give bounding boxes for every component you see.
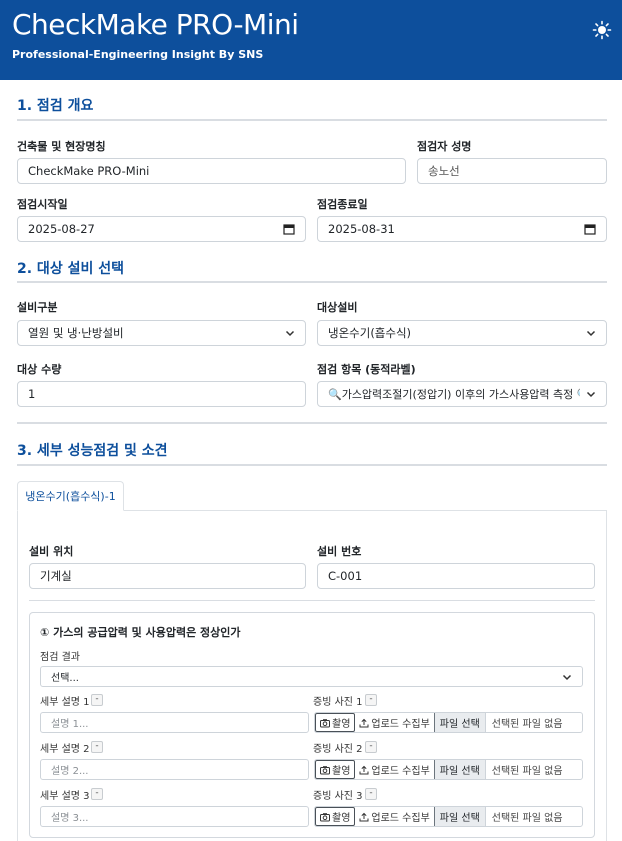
upload-button[interactable]: 업로드 수집부 xyxy=(355,807,435,826)
description-label-2: 세부 설명 2 xyxy=(40,744,90,755)
remove-photo-button[interactable]: - xyxy=(365,694,377,706)
remove-photo-button[interactable]: - xyxy=(365,741,377,753)
camera-button[interactable]: 촬영 xyxy=(315,760,356,779)
section-divider xyxy=(17,464,607,466)
inspector-label: 점검자 성명 xyxy=(417,140,472,153)
upload-icon xyxy=(359,765,369,774)
calendar-icon[interactable] xyxy=(283,223,295,235)
camera-button[interactable]: 촬영 xyxy=(315,713,356,732)
file-status: 선택된 파일 없음 xyxy=(491,766,563,777)
app-header: CheckMake PRO-Mini Professional-Engineer… xyxy=(0,0,622,80)
description-input-1[interactable]: 설명 1... xyxy=(40,712,309,733)
file-select-button[interactable]: 파일 선택 xyxy=(434,807,486,826)
upload-button[interactable]: 업로드 수집부 xyxy=(355,760,435,779)
upload-icon xyxy=(359,812,369,821)
sun-icon[interactable] xyxy=(592,20,612,40)
description-input-3[interactable]: 설명 3... xyxy=(40,806,309,827)
result-select[interactable]: 선택... xyxy=(40,666,583,687)
photo-label-2: 증빙 사진 2 xyxy=(313,744,363,755)
category-select[interactable]: 열원 및 냉·난방설비 xyxy=(17,320,306,346)
remove-photo-button[interactable]: - xyxy=(365,788,377,800)
inspection-items-select[interactable]: 🔍가스압력조절기(정압기) 이후의 가스사용압력 측정 🔍가 xyxy=(317,381,607,407)
location-input[interactable]: 기계실 xyxy=(29,563,306,589)
check-item-title: ① 가스의 공급압력 및 사용압력은 정상인가 xyxy=(40,626,241,639)
file-select-button[interactable]: 파일 선택 xyxy=(434,713,486,732)
section-divider xyxy=(17,281,607,283)
camera-button[interactable]: 촬영 xyxy=(315,807,356,826)
section-title-detail: 3. 세부 성능점검 및 소견 xyxy=(17,443,168,459)
app-subtitle: Professional-Engineering Insight By SNS xyxy=(12,48,264,61)
end-date-label: 점검종료일 xyxy=(317,198,368,211)
section-title-overview: 1. 점검 개요 xyxy=(17,98,94,114)
inspector-name-input[interactable]: 송노선 xyxy=(417,158,607,184)
chevron-down-icon xyxy=(586,330,596,337)
photo-label-3: 증빙 사진 3 xyxy=(313,791,363,802)
file-status: 선택된 파일 없음 xyxy=(491,813,563,824)
chevron-down-icon xyxy=(562,674,572,680)
upload-button[interactable]: 업로드 수집부 xyxy=(355,713,435,732)
start-date-input[interactable]: 2025-08-27 xyxy=(17,216,306,242)
remove-description-button[interactable]: - xyxy=(91,788,103,800)
remove-description-button[interactable]: - xyxy=(91,741,103,753)
camera-icon xyxy=(320,765,330,774)
building-name-input[interactable]: CheckMake PRO-Mini xyxy=(17,158,406,184)
chevron-down-icon xyxy=(285,330,295,337)
equipment-number-label: 설비 번호 xyxy=(317,545,362,558)
file-status: 선택된 파일 없음 xyxy=(491,719,563,730)
end-date-input[interactable]: 2025-08-31 xyxy=(317,216,607,242)
section-divider xyxy=(17,119,607,121)
section-title-equipment: 2. 대상 설비 선택 xyxy=(17,261,124,277)
equipment-number-input[interactable]: C-001 xyxy=(317,563,595,589)
photo-upload-group-2: 촬영 업로드 수집부 파일 선택 선택된 파일 없음 xyxy=(314,759,583,780)
divider xyxy=(29,600,595,601)
app-title: CheckMake PRO-Mini xyxy=(12,8,299,41)
quantity-input[interactable]: 1 xyxy=(17,381,306,407)
target-equipment-label: 대상설비 xyxy=(317,301,358,314)
result-label: 점검 결과 xyxy=(40,652,80,663)
photo-upload-group-1: 촬영 업로드 수집부 파일 선택 선택된 파일 없음 xyxy=(314,712,583,733)
camera-icon xyxy=(320,812,330,821)
building-label: 건축물 및 현장명칭 xyxy=(17,140,106,153)
calendar-icon[interactable] xyxy=(584,223,596,235)
description-label-3: 세부 설명 3 xyxy=(40,791,90,802)
section-divider xyxy=(17,422,607,424)
description-input-2[interactable]: 설명 2... xyxy=(40,759,309,780)
category-label: 설비구분 xyxy=(17,301,58,314)
file-select-button[interactable]: 파일 선택 xyxy=(434,760,486,779)
photo-upload-group-3: 촬영 업로드 수집부 파일 선택 선택된 파일 없음 xyxy=(314,806,583,827)
camera-icon xyxy=(320,718,330,727)
location-label: 설비 위치 xyxy=(29,545,74,558)
chevron-down-icon xyxy=(586,391,596,398)
target-equipment-select[interactable]: 냉온수기(흡수식) xyxy=(317,320,607,346)
remove-description-button[interactable]: - xyxy=(91,694,103,706)
photo-label-1: 증빙 사진 1 xyxy=(313,697,363,708)
upload-icon xyxy=(359,718,369,727)
description-label-1: 세부 설명 1 xyxy=(40,697,90,708)
inspection-items-label: 점검 항목 (동적라벨) xyxy=(317,363,416,376)
tab-equipment-1[interactable]: 냉온수기(흡수식)-1 xyxy=(17,481,124,511)
quantity-label: 대상 수량 xyxy=(17,363,62,376)
start-date-label: 점검시작일 xyxy=(17,198,68,211)
